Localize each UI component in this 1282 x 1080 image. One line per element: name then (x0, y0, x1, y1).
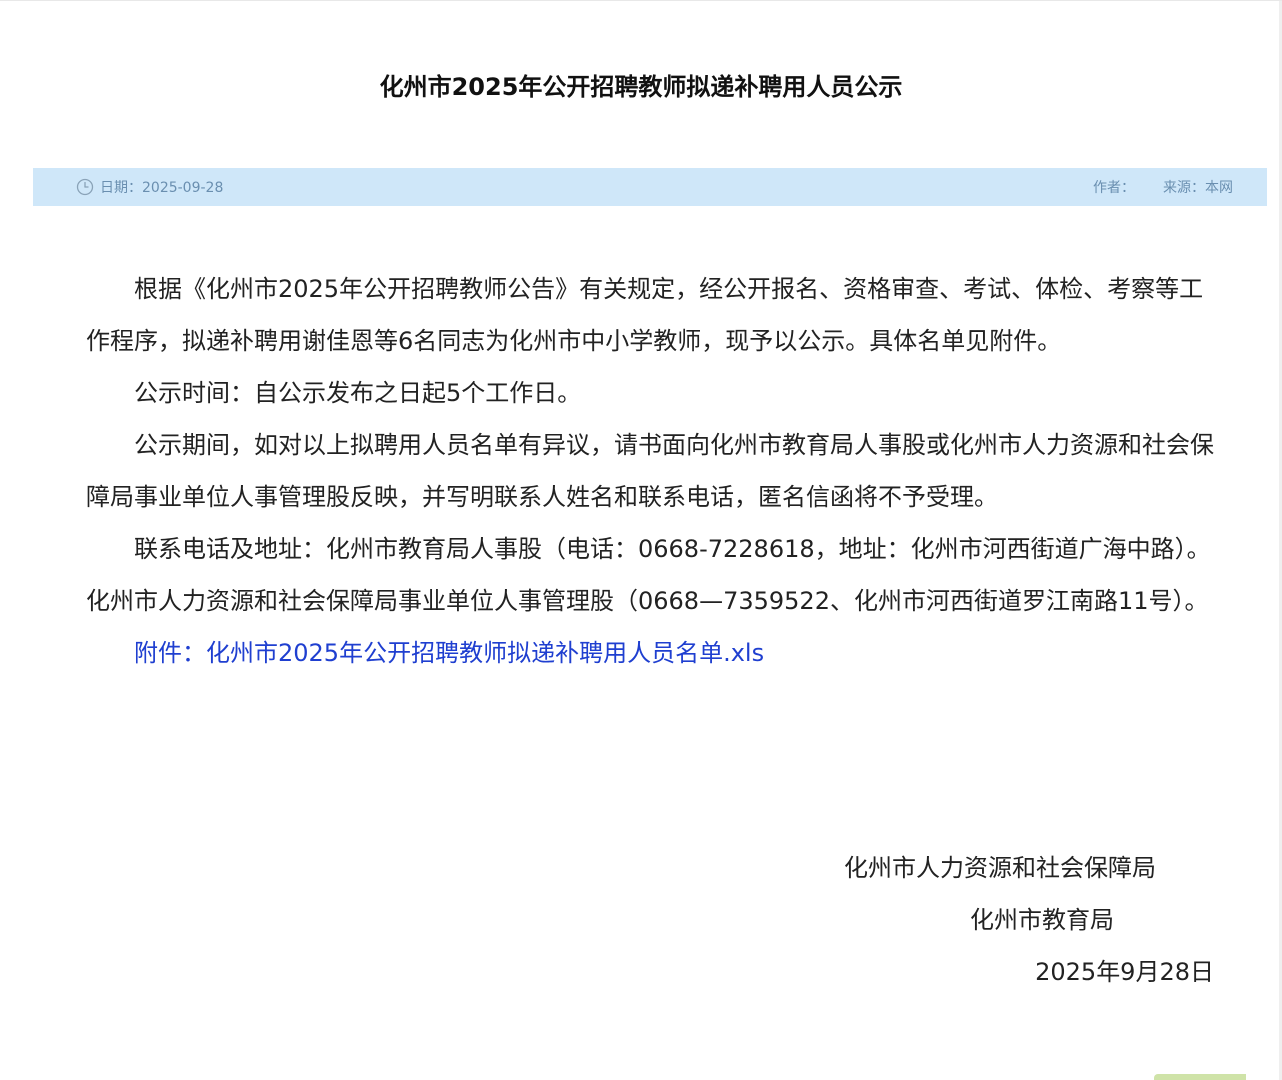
paragraph-intro: 根据《化州市2025年公开招聘教师公告》有关规定，经公开报名、资格审查、考试、体… (86, 275, 1204, 355)
meta-date: 日期：2025-09-28 (76, 168, 223, 206)
article-meta-bar: 日期：2025-09-28 作者： 来源： 本网 (33, 168, 1267, 206)
meta-author: 作者： (1093, 180, 1135, 196)
signature-org-education: 化州市教育局 (970, 906, 1114, 934)
paragraph-objection: 公示期间，如对以上拟聘用人员名单有异议，请书面向化州市教育局人事股或化州市人力资… (86, 431, 1214, 511)
meta-right: 作者： 来源： 本网 (1093, 168, 1233, 206)
meta-source-label: 来源： (1163, 180, 1205, 196)
signature-date: 2025年9月28日 (1035, 958, 1214, 986)
clock-icon (76, 178, 94, 196)
corner-decoration (1154, 1074, 1246, 1080)
meta-source-value: 本网 (1205, 180, 1233, 196)
meta-date-text: 日期：2025-09-28 (100, 180, 224, 196)
paragraph-contact: 联系电话及地址：化州市教育局人事股（电话：0668-7228618，地址：化州市… (86, 535, 1211, 615)
attachment-paragraph: 附件：化州市2025年公开招聘教师拟递补聘用人员名单.xls (86, 627, 1216, 679)
paragraph-period: 公示时间：自公示发布之日起5个工作日。 (134, 379, 582, 407)
signature-org-hrss: 化州市人力资源和社会保障局 (844, 854, 1156, 882)
page-title: 化州市2025年公开招聘教师拟递补聘用人员公示 (379, 73, 903, 101)
attachment-link[interactable]: 附件：化州市2025年公开招聘教师拟递补聘用人员名单.xls (134, 639, 764, 667)
article-body: 根据《化州市2025年公开招聘教师公告》有关规定，经公开报名、资格审查、考试、体… (86, 263, 1216, 679)
article-page: 化州市2025年公开招聘教师拟递补聘用人员公示 日期：2025-09-28 作者… (0, 0, 1282, 1080)
